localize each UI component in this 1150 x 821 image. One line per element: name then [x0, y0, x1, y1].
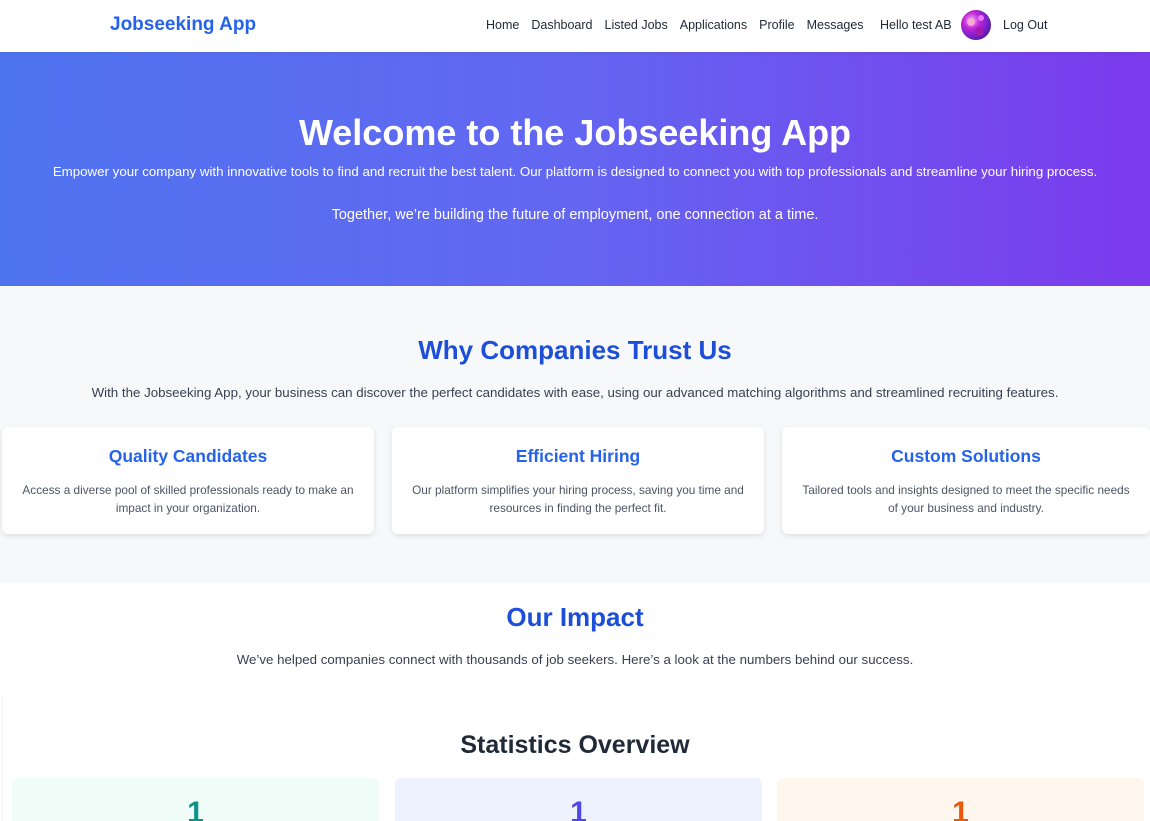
stats-title: Statistics Overview: [460, 731, 690, 759]
avatar-detail: [967, 18, 975, 26]
feature-card-title: Custom Solutions: [891, 446, 1041, 466]
nav-link-applications[interactable]: Applications: [680, 18, 747, 32]
feature-card-title: Efficient Hiring: [515, 446, 641, 466]
hero-banner: Welcome to the Jobseeking App Empower yo…: [0, 52, 1150, 286]
feature-card-text: Our platform simplifies your hiring proc…: [412, 483, 744, 515]
avatar-detail: [978, 15, 984, 21]
stat-card: 1: [777, 778, 1144, 821]
stat-value: 1: [952, 796, 969, 821]
nav-link-listed-jobs[interactable]: Listed Jobs: [605, 18, 668, 32]
nav-link-home[interactable]: Home: [486, 18, 519, 32]
impact-title: Our Impact: [506, 602, 644, 632]
feature-card-text: Access a diverse pool of skilled profess…: [22, 483, 354, 515]
avatar[interactable]: [961, 10, 991, 40]
nav-link-dashboard[interactable]: Dashboard: [531, 18, 592, 32]
hero-title: Welcome to the Jobseeking App: [298, 112, 852, 153]
nav-link-profile[interactable]: Profile: [759, 18, 794, 32]
hero-tagline: Together, we’re building the future of e…: [331, 207, 819, 223]
stat-value: 1: [570, 796, 587, 821]
trust-description: With the Jobseeking App, your business c…: [91, 385, 1059, 400]
logout-link[interactable]: Log Out: [1003, 18, 1047, 32]
trust-section: Why Companies Trust Us With the Jobseeki…: [0, 286, 1150, 583]
nav-links: Home Dashboard Listed Jobs Applications …: [486, 18, 864, 32]
impact-description: We’ve helped companies connect with thou…: [236, 652, 914, 667]
avatar-detail: [975, 27, 984, 36]
user-greeting: Hello test AB: [880, 18, 952, 32]
feature-card-text: Tailored tools and insights designed to …: [802, 483, 1130, 515]
trust-title: Why Companies Trust Us: [418, 335, 732, 365]
stat-card: 1: [395, 778, 762, 821]
feature-card-efficient: Efficient Hiring Our platform simplifies…: [392, 427, 764, 534]
stat-value: 1: [187, 796, 204, 821]
stat-card: 1: [12, 778, 379, 821]
nav-link-messages[interactable]: Messages: [807, 18, 864, 32]
navbar: Jobseeking App Home Dashboard Listed Job…: [0, 0, 1150, 52]
brand-logo[interactable]: Jobseeking App: [110, 14, 256, 36]
feature-card-title: Quality Candidates: [108, 446, 268, 466]
feature-card-quality: Quality Candidates Access a diverse pool…: [2, 427, 374, 534]
hero-description: Empower your company with innovative too…: [52, 164, 1098, 179]
feature-card-custom: Custom Solutions Tailored tools and insi…: [782, 427, 1150, 534]
